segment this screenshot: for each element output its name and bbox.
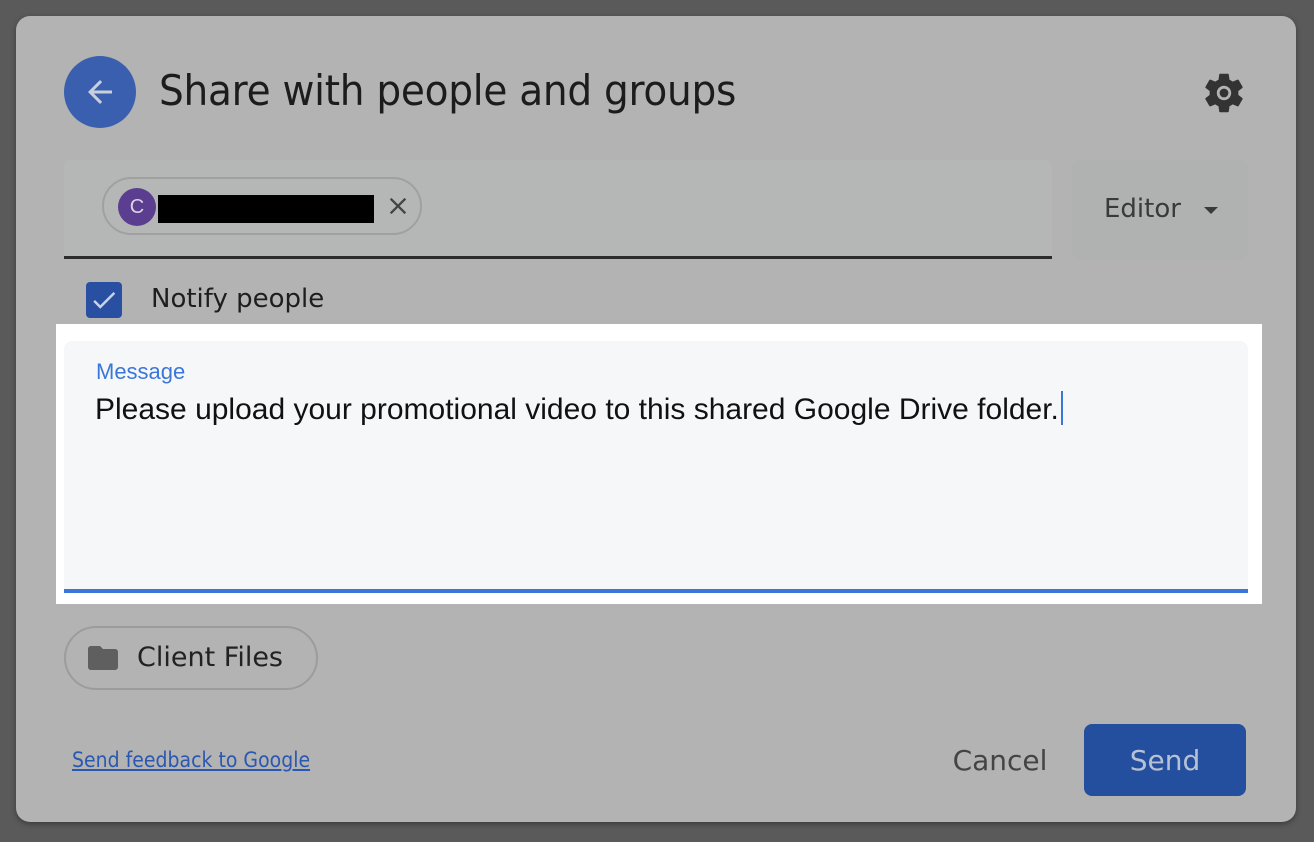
send-feedback-link[interactable]: Send feedback to Google xyxy=(72,748,310,772)
close-icon xyxy=(389,197,407,215)
shared-item-label: Client Files xyxy=(137,642,283,673)
message-textarea[interactable]: Message Please upload your promotional v… xyxy=(64,341,1248,593)
message-value: Please upload your promotional video to … xyxy=(95,393,1059,426)
caret-down-icon xyxy=(1204,207,1218,214)
role-selected-value: Editor xyxy=(1104,194,1181,224)
recipient-chip[interactable]: C xyxy=(102,177,422,235)
arrow-left-icon xyxy=(88,80,112,104)
cancel-button[interactable]: Cancel xyxy=(936,724,1064,796)
notify-people-checkbox[interactable] xyxy=(86,282,122,318)
message-label: Message xyxy=(96,359,186,384)
remove-recipient-button[interactable] xyxy=(384,192,412,220)
gear-icon xyxy=(1205,73,1243,113)
checkmark-icon xyxy=(93,291,116,309)
shared-item-chip[interactable]: Client Files xyxy=(64,626,318,690)
role-dropdown[interactable]: Editor xyxy=(1072,160,1248,260)
recipients-input[interactable]: C xyxy=(64,160,1052,259)
notify-people-label: Notify people xyxy=(151,284,325,314)
share-dialog: Share with people and groups C Editor No… xyxy=(16,16,1296,822)
recipient-name-redacted xyxy=(158,195,374,223)
settings-button[interactable] xyxy=(1200,69,1248,117)
dialog-title: Share with people and groups xyxy=(159,66,737,115)
back-button[interactable] xyxy=(64,56,136,128)
message-text-wrapper: Please upload your promotional video to … xyxy=(95,391,1063,427)
text-cursor xyxy=(1060,391,1063,425)
send-button[interactable]: Send xyxy=(1084,724,1246,796)
folder-icon xyxy=(88,646,118,670)
avatar: C xyxy=(118,188,156,226)
message-highlight: Message Please upload your promotional v… xyxy=(56,324,1262,604)
